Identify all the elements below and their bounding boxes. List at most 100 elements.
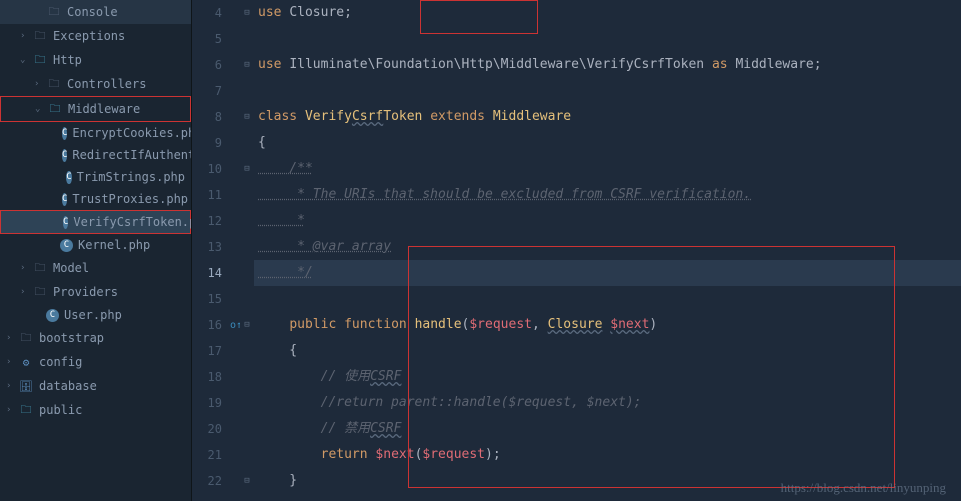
chevron-icon[interactable]: ⌄: [20, 55, 32, 65]
code-token: handle: [415, 317, 462, 332]
file-tree-sidebar[interactable]: 🗀Console›🗀Exceptions⌄🗀Http›🗀Controllers⌄…: [0, 0, 192, 501]
code-line[interactable]: [254, 78, 961, 104]
code-token: return: [321, 447, 376, 462]
tree-item-controllers[interactable]: ›🗀Controllers: [0, 72, 191, 96]
code-line[interactable]: use Closure;: [254, 0, 961, 26]
fold-toggle-icon[interactable]: ⊟: [240, 156, 254, 182]
chevron-icon[interactable]: ›: [6, 405, 18, 415]
code-token: // 禁用: [258, 421, 370, 436]
chevron-icon[interactable]: ›: [34, 79, 46, 89]
code-line[interactable]: // 使用CSRF: [254, 364, 961, 390]
fold-toggle-icon: [240, 182, 254, 208]
folder-dark-icon: 🗀: [32, 284, 48, 300]
code-editor[interactable]: 45678910111213141516171819202122 o↑ ⊟⊟⊟⊟…: [192, 0, 961, 501]
code-line[interactable]: */: [254, 260, 961, 286]
tree-item-middleware[interactable]: ⌄🗀Middleware: [0, 96, 191, 122]
chevron-icon[interactable]: ⌄: [35, 104, 47, 114]
code-line[interactable]: *: [254, 208, 961, 234]
code-line[interactable]: * @var array: [254, 234, 961, 260]
tree-item-label: RedirectIfAuthenticated.php: [72, 148, 192, 162]
fold-toggle-icon[interactable]: ⊟: [240, 312, 254, 338]
marker-empty: [232, 390, 240, 416]
tree-item-exceptions[interactable]: ›🗀 Exceptions: [0, 24, 191, 48]
marker-empty: [232, 182, 240, 208]
chevron-icon[interactable]: ›: [6, 381, 18, 391]
php-class-icon: C: [63, 216, 68, 229]
line-number: 15: [192, 286, 222, 312]
line-number: 6: [192, 52, 222, 78]
chevron-icon[interactable]: ›: [20, 31, 32, 41]
php-class-icon: C: [66, 171, 71, 184]
code-token: * The URIs that should be excluded from …: [258, 187, 751, 202]
fold-column[interactable]: ⊟ ⊟ ⊟ ⊟ ⊟ ⊟: [240, 0, 254, 501]
code-line[interactable]: // 禁用CSRF: [254, 416, 961, 442]
code-line[interactable]: [254, 286, 961, 312]
tree-item-bootstrap[interactable]: ›🗀bootstrap: [0, 326, 191, 350]
code-token: Middleware: [493, 109, 571, 124]
code-token: $request: [422, 447, 485, 462]
marker-empty: [232, 156, 240, 182]
folder-dark-icon: 🗀: [32, 28, 48, 44]
tree-item-trimstrings-php[interactable]: C TrimStrings.php: [0, 166, 191, 188]
tree-item-verifycsrftoken-php[interactable]: CVerifyCsrfToken.php: [0, 210, 191, 234]
code-token: as: [704, 57, 735, 72]
tree-item-label: TrimStrings.php: [77, 170, 185, 184]
code-line[interactable]: /**: [254, 156, 961, 182]
line-number: 13: [192, 234, 222, 260]
tree-item-config[interactable]: ›⚙config: [0, 350, 191, 374]
tree-item-user-php[interactable]: CUser.php: [0, 304, 191, 326]
marker-empty: [232, 286, 240, 312]
line-number: 8: [192, 104, 222, 130]
code-line[interactable]: * The URIs that should be excluded from …: [254, 182, 961, 208]
line-number: 9: [192, 130, 222, 156]
fold-toggle-icon: [240, 286, 254, 312]
folder-dark-icon: 🗀: [46, 4, 62, 20]
code-content[interactable]: use Closure; use Illuminate\Foundation\Ht…: [254, 0, 961, 501]
fold-toggle-icon[interactable]: ⊟: [240, 468, 254, 494]
special-icon: 🗄: [18, 378, 34, 394]
fold-toggle-icon[interactable]: ⊟: [240, 104, 254, 130]
tree-item-model[interactable]: ›🗀Model: [0, 256, 191, 280]
override-marker-icon[interactable]: o↑: [232, 312, 240, 338]
code-token: $next: [610, 317, 649, 332]
watermark: https://blog.csdn.net/linyunping: [781, 480, 946, 496]
code-token: /**: [258, 161, 313, 176]
tree-item-console[interactable]: 🗀 Console: [0, 0, 191, 24]
code-line[interactable]: public function handle($request, Closure…: [254, 312, 961, 338]
code-line[interactable]: {: [254, 338, 961, 364]
tree-item-redirectifauthenticated-php[interactable]: C RedirectIfAuthenticated.php: [0, 144, 191, 166]
code-line[interactable]: {: [254, 130, 961, 156]
fold-toggle-icon: [240, 338, 254, 364]
fold-toggle-icon[interactable]: ⊟: [240, 52, 254, 78]
code-line[interactable]: [254, 26, 961, 52]
tree-item-kernel-php[interactable]: CKernel.php: [0, 234, 191, 256]
tree-item-providers[interactable]: ›🗀 Providers: [0, 280, 191, 304]
code-token: $next: [375, 447, 414, 462]
fold-toggle-icon[interactable]: ⊟: [240, 0, 254, 26]
tree-item-encryptcookies-php[interactable]: CEncryptCookies.php: [0, 122, 191, 144]
tree-item-trustproxies-php[interactable]: CTrustProxies.php: [0, 188, 191, 210]
code-line[interactable]: //return parent::handle($request, $next)…: [254, 390, 961, 416]
line-number: 14: [192, 260, 222, 286]
marker-empty: [232, 260, 240, 286]
code-token: {: [258, 343, 297, 358]
marker-empty: [232, 130, 240, 156]
tree-item-public[interactable]: ›🗀public: [0, 398, 191, 422]
code-line[interactable]: class VerifyCsrfToken extends Middleware: [254, 104, 961, 130]
tree-item-database[interactable]: ›🗄database: [0, 374, 191, 398]
code-token: Middleware: [735, 57, 813, 72]
chevron-icon[interactable]: ›: [20, 287, 32, 297]
tree-item-label: Exceptions: [53, 29, 125, 43]
php-class-icon: C: [62, 149, 67, 162]
chevron-icon[interactable]: ›: [6, 333, 18, 343]
code-line[interactable]: return $next($request);: [254, 442, 961, 468]
tree-item-label: Providers: [53, 285, 118, 299]
chevron-icon[interactable]: ›: [6, 357, 18, 367]
marker-empty: [232, 0, 240, 26]
line-number: 20: [192, 416, 222, 442]
tree-item-http[interactable]: ⌄🗀Http: [0, 48, 191, 72]
chevron-icon[interactable]: ›: [20, 263, 32, 273]
fold-toggle-icon: [240, 26, 254, 52]
code-line[interactable]: use Illuminate\Foundation\Http\Middlewar…: [254, 52, 961, 78]
tree-item-label: Console: [67, 5, 118, 19]
